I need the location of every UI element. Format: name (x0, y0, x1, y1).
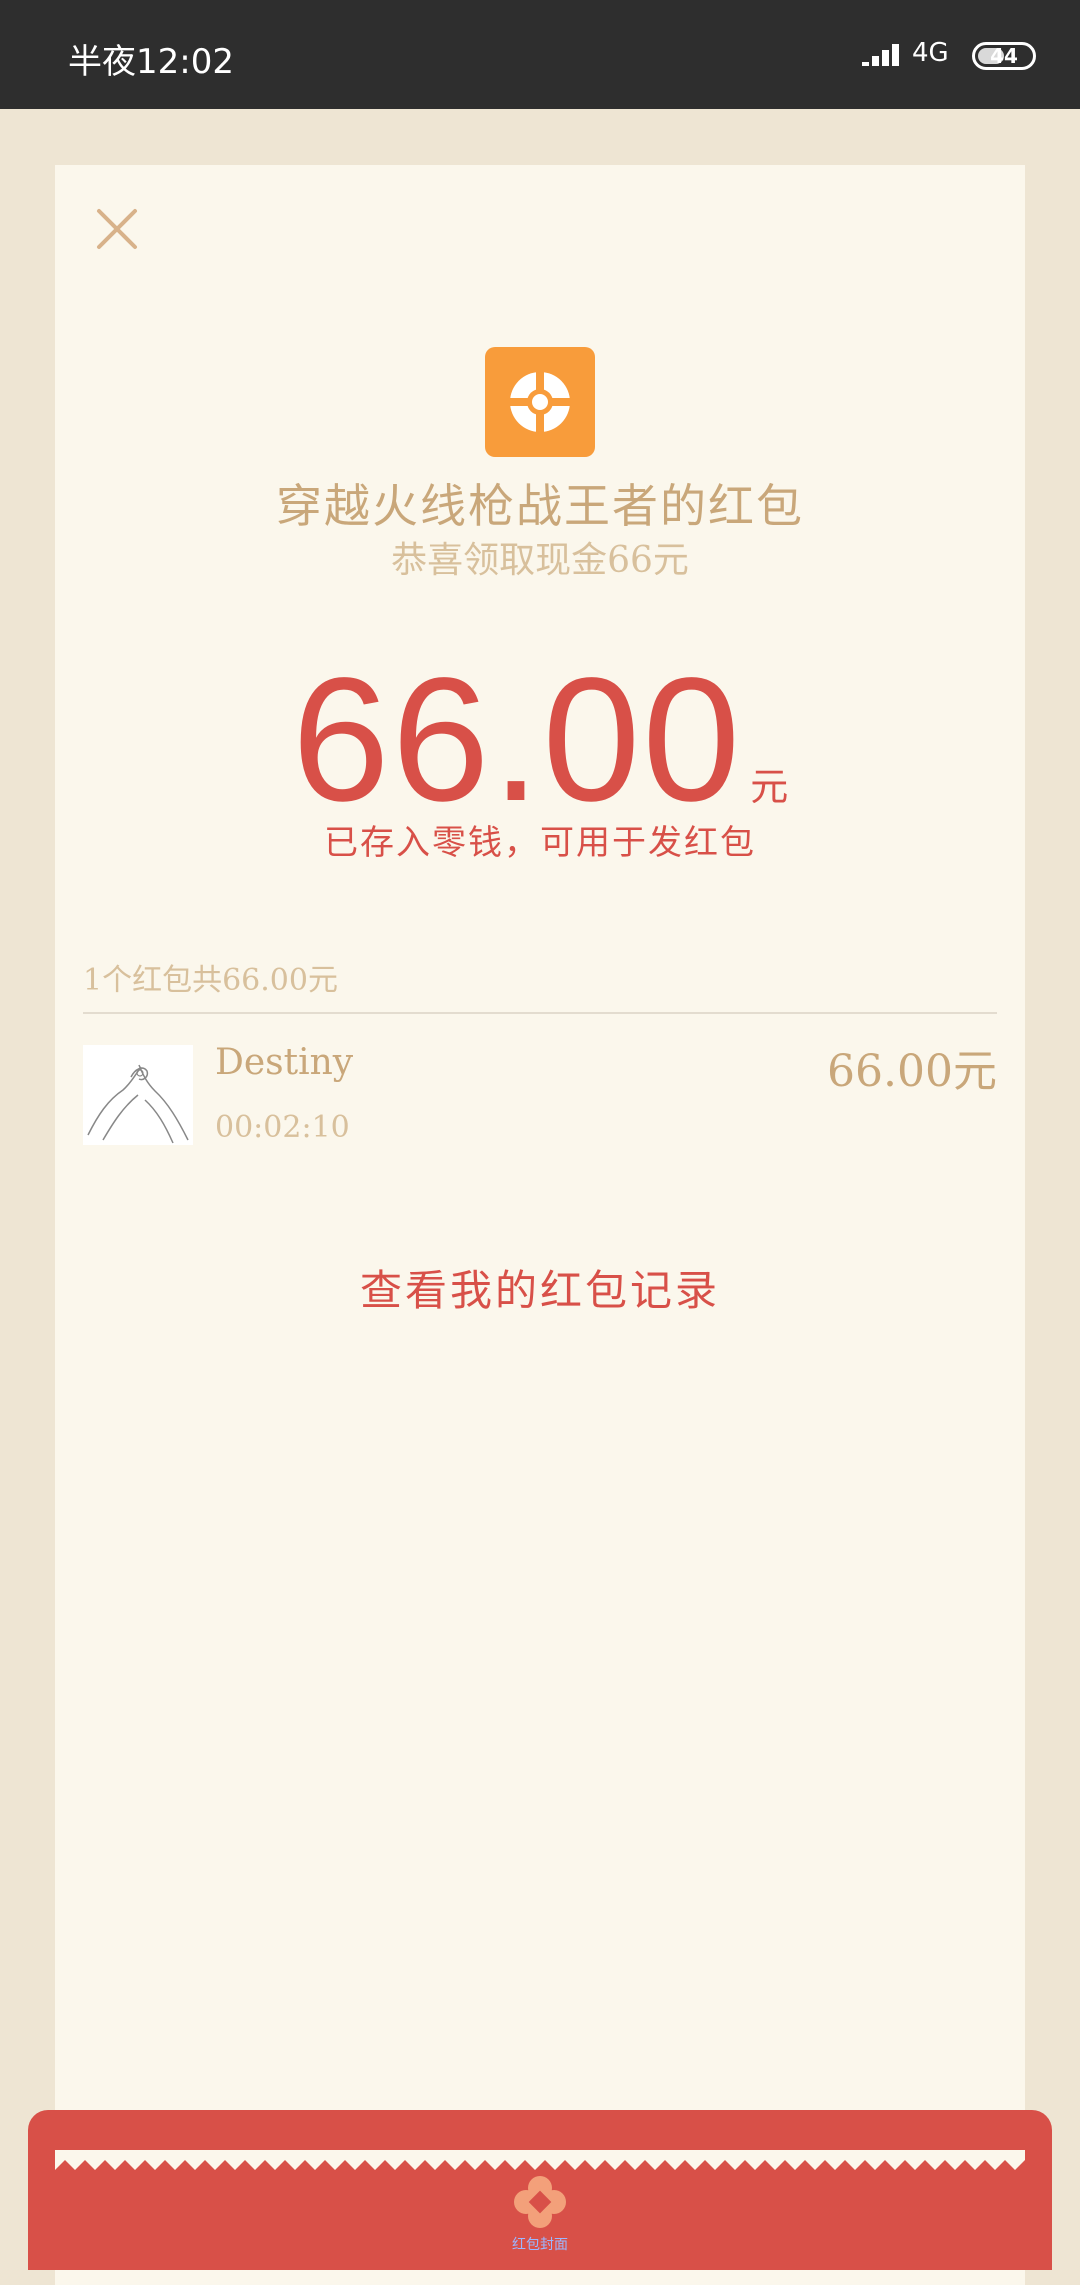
network-type: 4G (912, 38, 949, 68)
divider (83, 1012, 997, 1014)
record-name: Destiny (215, 1042, 354, 1083)
packet-subtitle: 恭喜领取现金66元 (391, 540, 689, 581)
app-logo-icon (485, 347, 595, 457)
flower-badge-icon[interactable] (512, 2174, 568, 2230)
amount-unit: 元 (750, 765, 789, 809)
zigzag-edge (55, 2150, 1025, 2170)
amount-value: 66.00 (291, 642, 743, 838)
signal-icon (862, 44, 899, 66)
amount-note[interactable]: 已存入零钱，可用于发红包 (55, 815, 1025, 864)
packet-title: 穿越火线枪战王者的红包 (276, 479, 804, 533)
record-amount: 66.00元 (827, 1046, 997, 1097)
avatar-hands-icon (83, 1045, 193, 1145)
battery-icon: 44 (972, 42, 1036, 70)
status-bar: 半夜12:02 4G 44 (0, 0, 1080, 109)
packet-summary: 1个红包共66.00元 (83, 963, 338, 998)
received-amount: 66.00 元 (55, 635, 1025, 845)
status-time: 半夜12:02 (68, 42, 234, 82)
red-packet-detail-card: 穿越火线枪战王者的红包 恭喜领取现金66元 66.00 元 已存入零钱，可用于发红… (55, 165, 1025, 2285)
bottom-caption: 红包封面 (512, 2237, 568, 2253)
record-time: 00:02:10 (215, 1110, 350, 1145)
view-history-link[interactable]: 查看我的红包记录 (55, 1257, 1025, 1318)
close-icon[interactable] (91, 203, 143, 255)
battery-percent: 44 (990, 44, 1018, 68)
